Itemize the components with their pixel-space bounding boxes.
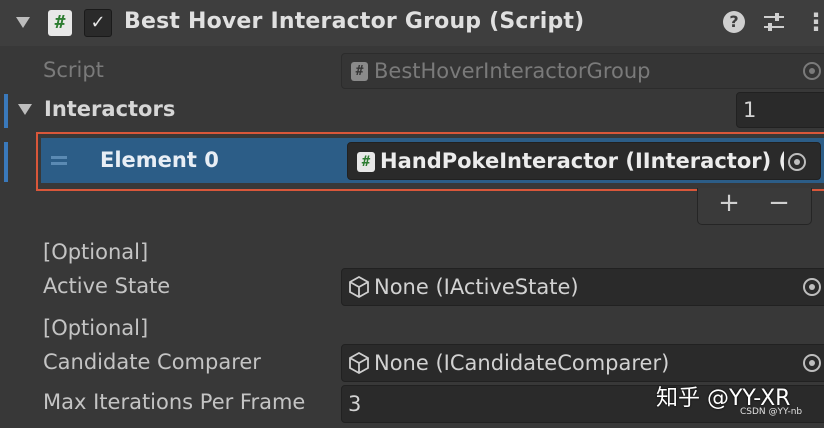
- optional-tag: [Optional]: [43, 240, 149, 264]
- active-state-label: Active State: [43, 274, 171, 298]
- object-picker-icon[interactable]: [788, 153, 806, 171]
- watermark-small: CSDN @YY-nb: [740, 407, 803, 417]
- modified-indicator: [4, 94, 8, 128]
- script-field-value: BestHoverInteractorGroup: [374, 59, 651, 83]
- interactors-foldout-icon[interactable]: [18, 104, 32, 115]
- script-label: Script: [43, 58, 104, 82]
- help-icon[interactable]: ?: [723, 11, 745, 33]
- script-field: # BestHoverInteractorGroup: [341, 53, 824, 89]
- element-object-value: HandPokeInteractor (IInteractor) (: [380, 149, 789, 173]
- script-file-icon: #: [351, 62, 368, 81]
- element-object-field[interactable]: # HandPokeInteractor (IInteractor) (: [347, 142, 821, 180]
- remove-element-button[interactable]: −: [760, 188, 798, 222]
- modified-indicator: [4, 142, 8, 182]
- add-element-button[interactable]: +: [710, 188, 748, 222]
- active-state-field[interactable]: None (IActiveState): [341, 268, 824, 306]
- interactors-size-value: 1: [743, 98, 757, 122]
- object-picker-icon[interactable]: [803, 354, 821, 372]
- candidate-comparer-label: Candidate Comparer: [43, 350, 261, 374]
- element-label: Element 0: [100, 148, 219, 172]
- cube-icon: [348, 351, 370, 380]
- optional-tag: [Optional]: [43, 316, 149, 340]
- interactors-size-field[interactable]: 1: [736, 92, 824, 128]
- foldout-arrow-icon[interactable]: [16, 17, 30, 28]
- active-state-value: None (IActiveState): [374, 275, 579, 299]
- presets-icon[interactable]: [762, 11, 786, 33]
- enabled-checkbox[interactable]: ✓: [84, 9, 112, 37]
- component-title: Best Hover Interactor Group (Script): [124, 9, 585, 34]
- interactors-label: Interactors: [44, 97, 176, 121]
- candidate-comparer-field[interactable]: None (ICandidateComparer): [341, 344, 824, 382]
- list-element-row[interactable]: Element 0 # HandPokeInteractor (IInterac…: [41, 138, 824, 183]
- max-iterations-label: Max Iterations Per Frame: [43, 390, 306, 414]
- component-header: # ✓ Best Hover Interactor Group (Script)…: [0, 0, 824, 46]
- object-picker-icon[interactable]: [803, 62, 821, 80]
- drag-handle-icon[interactable]: [51, 156, 67, 159]
- cube-icon: [348, 275, 370, 304]
- max-iterations-value: 3: [348, 392, 362, 416]
- list-add-remove-buttons: + −: [697, 188, 812, 225]
- drag-handle-icon[interactable]: [51, 162, 67, 165]
- picker-cover: [784, 143, 820, 179]
- script-icon: #: [48, 10, 72, 36]
- more-options-icon[interactable]: ⋮: [804, 8, 824, 36]
- candidate-comparer-value: None (ICandidateComparer): [374, 351, 670, 375]
- script-file-icon: #: [357, 152, 375, 172]
- object-picker-icon[interactable]: [803, 278, 821, 296]
